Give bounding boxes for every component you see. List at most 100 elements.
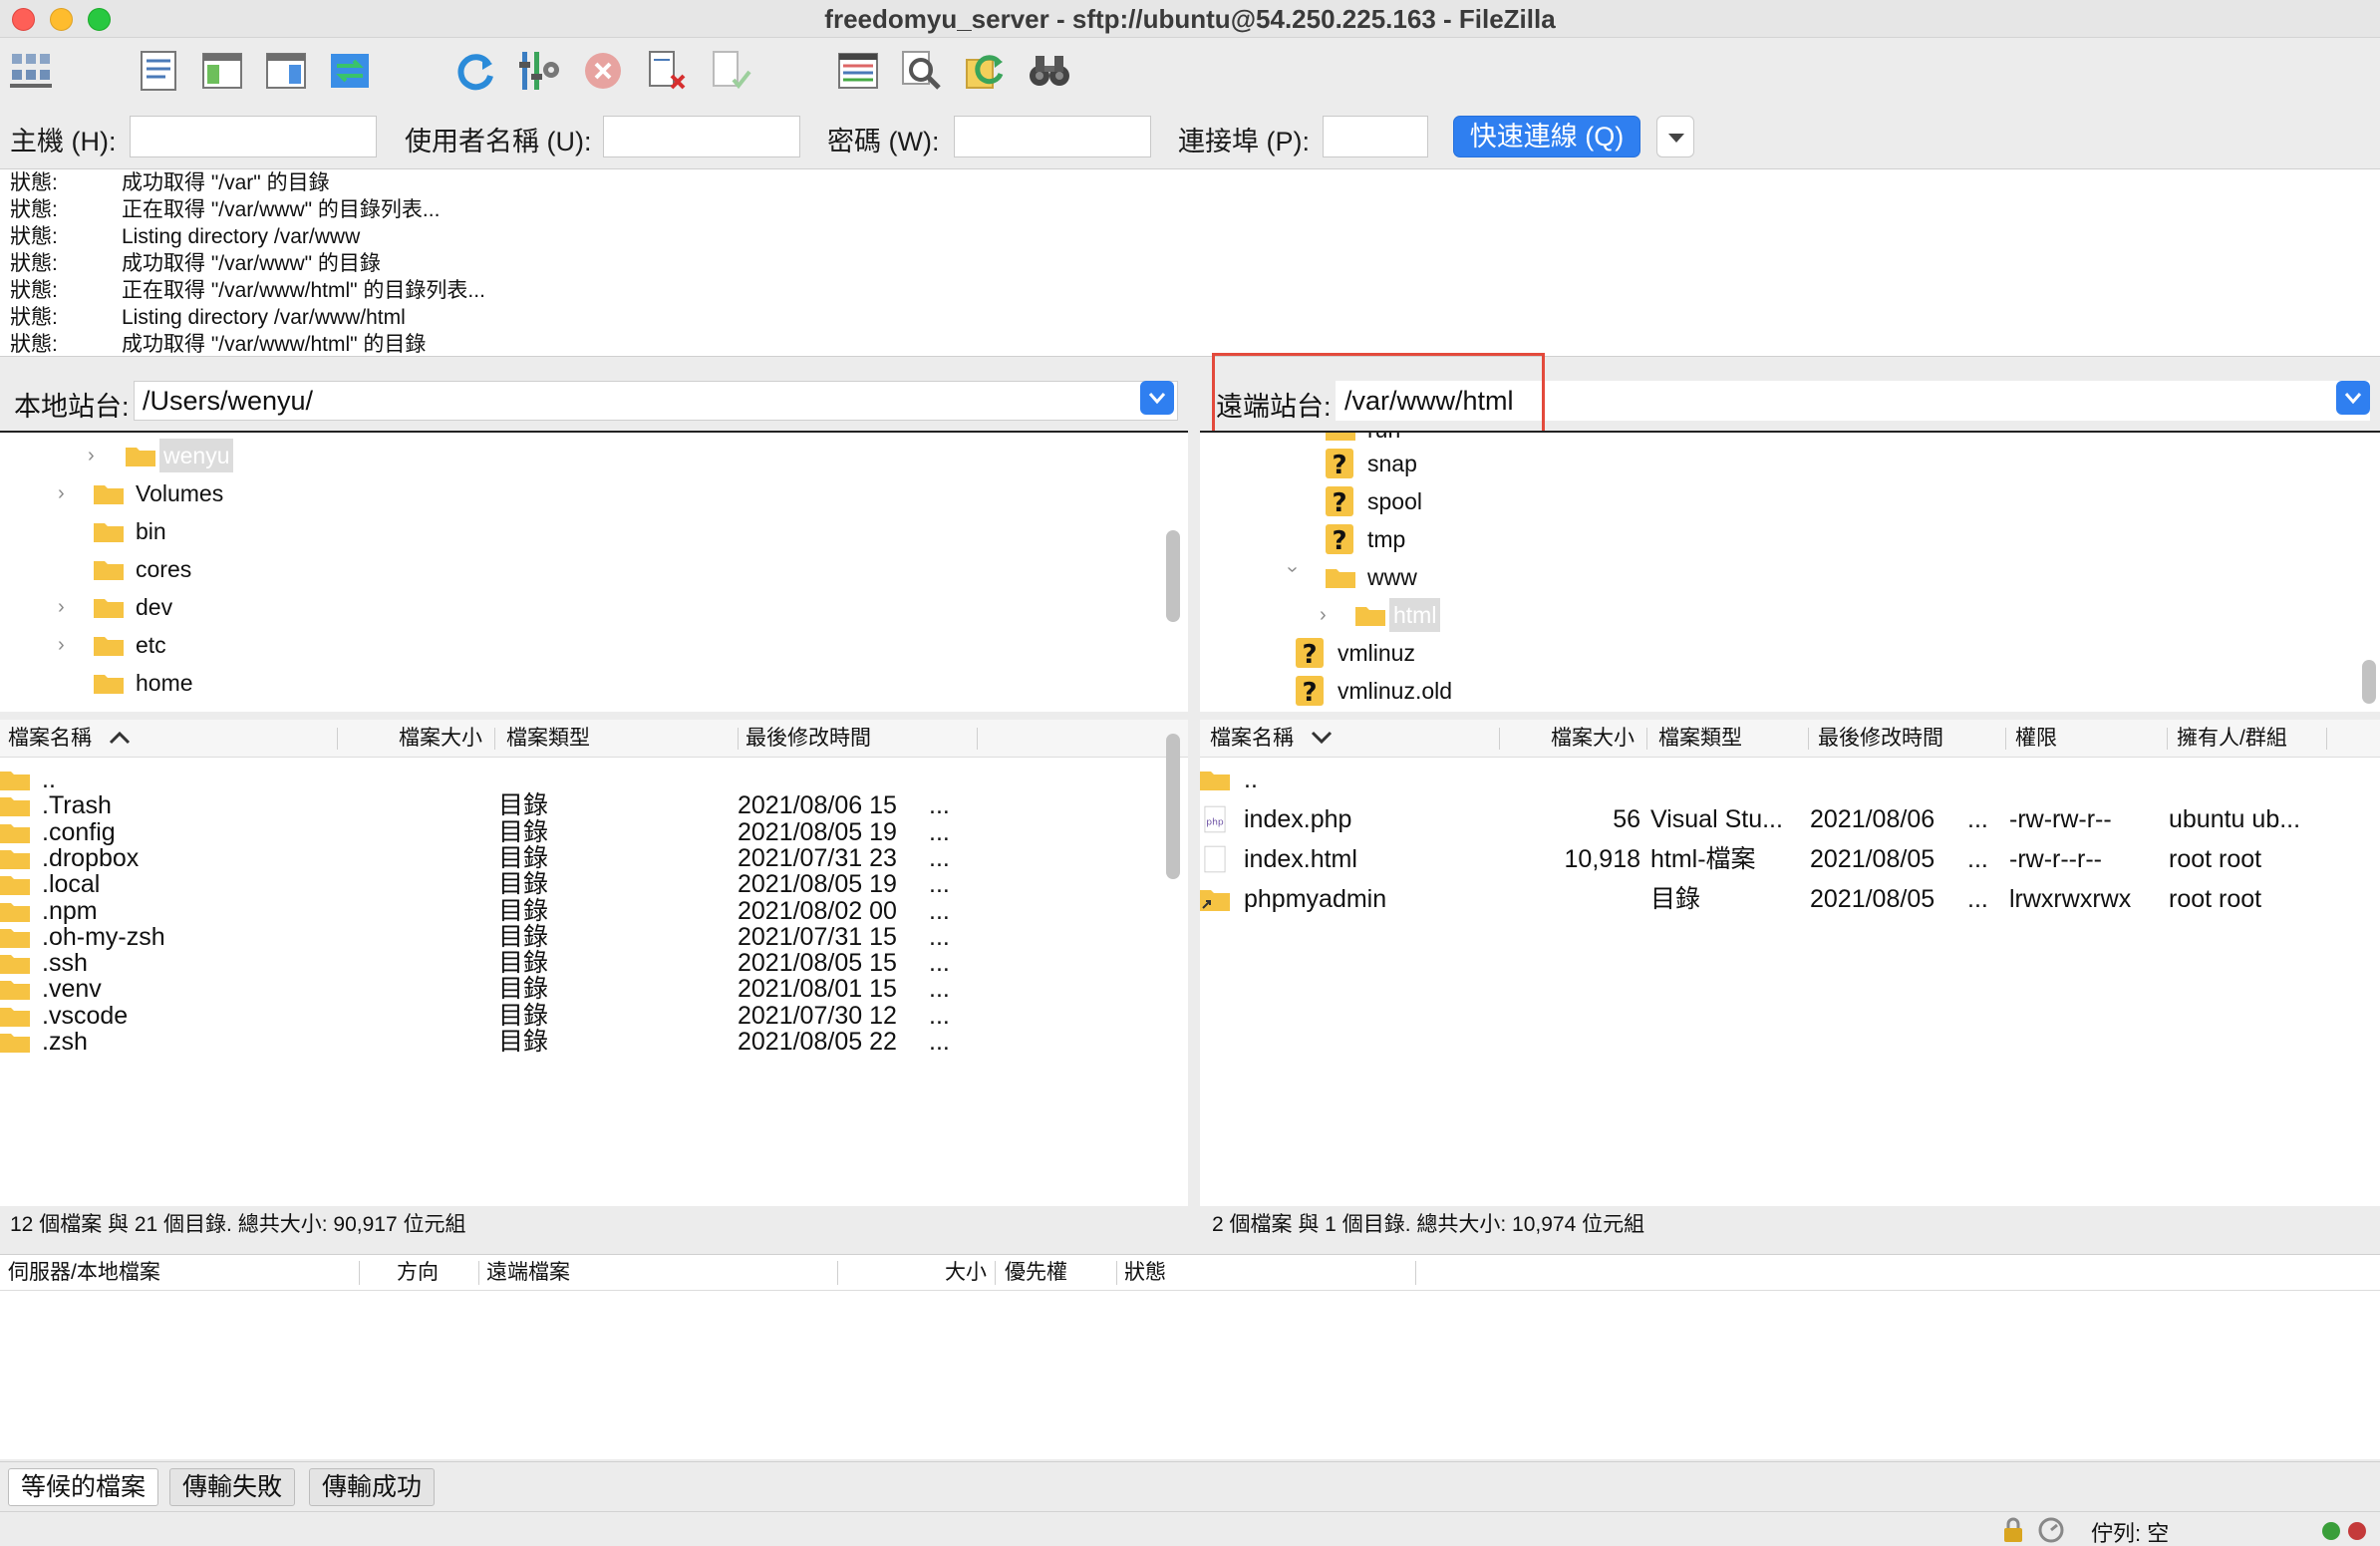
column-header-name[interactable]: 檔案名稱 (1210, 720, 1294, 758)
tree-item[interactable]: › wenyu (0, 439, 1166, 472)
tree-item[interactable]: › Volumes (0, 476, 1166, 510)
refresh-icon (457, 54, 493, 91)
tree-item[interactable]: ? tmp (1200, 522, 2356, 556)
chevron-right-icon: › (58, 596, 65, 618)
tree-item[interactable]: ? spool (1200, 484, 2356, 518)
tree-item[interactable]: › etc (0, 628, 1166, 662)
scrollbar[interactable] (2362, 660, 2376, 704)
find-files-button[interactable] (1025, 46, 1074, 96)
scrollbar[interactable] (1166, 734, 1180, 879)
local-path-dropdown[interactable] (1140, 381, 1174, 415)
tree-item[interactable]: › html (1200, 598, 2356, 632)
highlight-box (1212, 353, 1545, 443)
sort-ascending-icon (109, 731, 131, 745)
file-permissions: lrwxrwxrwx (2009, 885, 2132, 913)
scrollbar[interactable] (1166, 530, 1180, 622)
file-type: html-檔案 (1650, 845, 1756, 873)
sync-browse-button[interactable] (961, 46, 1011, 96)
file-owner: ubuntu ub... (2169, 805, 2301, 833)
chevron-down-icon (2344, 393, 2362, 405)
unknown-item-icon: ? (1326, 524, 1353, 554)
svg-text:?: ? (1302, 640, 1317, 668)
username-input[interactable] (603, 116, 800, 157)
tree-item[interactable]: ? vmlinuz (1200, 636, 2356, 670)
chevron-right-icon: › (58, 482, 65, 504)
quickconnect-history-dropdown[interactable] (1656, 116, 1694, 157)
password-input[interactable] (954, 116, 1151, 157)
column-header-type[interactable]: 檔案類型 (506, 720, 590, 758)
tree-item[interactable]: ? vmlinuz.old (1200, 674, 2356, 708)
column-header-owner[interactable]: 擁有人/群組 (2177, 720, 2287, 758)
file-modified-more: ... (929, 1028, 950, 1056)
column-header-server[interactable]: 伺服器/本地檔案 (8, 1255, 160, 1291)
filter-button[interactable] (514, 46, 564, 96)
search-button[interactable] (897, 46, 947, 96)
message-log-button[interactable] (134, 46, 183, 96)
search-icon (902, 51, 941, 90)
password-label: 密碼 (W): (827, 127, 940, 156)
remote-path-dropdown[interactable] (2336, 381, 2370, 415)
file-permissions: -rw-r--r-- (2009, 845, 2102, 873)
chevron-right-icon: › (88, 445, 95, 466)
unknown-item-icon: ? (1296, 676, 1324, 706)
host-input[interactable] (130, 116, 377, 157)
port-input[interactable] (1323, 116, 1428, 157)
column-header-name[interactable]: 檔案名稱 (8, 720, 92, 758)
disconnect-icon (649, 51, 686, 90)
local-path-input[interactable]: /Users/wenyu/ (134, 381, 1178, 421)
tree-item[interactable]: › dev (0, 590, 1166, 624)
column-header-modified[interactable]: 最後修改時間 (1818, 720, 1943, 758)
quickconnect-button[interactable]: 快速連線 (Q) (1453, 116, 1640, 157)
refresh-button[interactable] (450, 46, 500, 96)
column-header-size[interactable]: 檔案大小 (399, 720, 482, 758)
cancel-button[interactable] (578, 46, 628, 96)
column-header-direction[interactable]: 方向 (397, 1255, 439, 1291)
compare-icon (838, 53, 878, 89)
tab-queued-files[interactable]: 等候的檔案 (8, 1468, 159, 1506)
tab-successful-transfers[interactable]: 傳輸成功 (309, 1468, 436, 1506)
chevron-down-icon (1148, 393, 1166, 405)
tree-item[interactable]: run (1200, 433, 2356, 447)
unknown-item-icon: ? (1326, 486, 1353, 516)
title-bar: freedomyu_server - sftp://ubuntu@54.250.… (0, 0, 2380, 38)
tab-failed-transfers[interactable]: 傳輸失敗 (169, 1468, 296, 1506)
site-manager-button[interactable] (6, 46, 56, 96)
tree-item[interactable]: › www (1200, 560, 2356, 594)
remote-tree-icon (266, 53, 306, 89)
tree-item[interactable]: cores (0, 552, 1166, 586)
table-row[interactable]: phpmyadmin 目錄 2021/08/05... lrwxrwxrwx root … (1200, 879, 2380, 919)
tree-item[interactable]: bin (0, 514, 1166, 548)
transfer-queue-button[interactable] (325, 46, 375, 96)
port-label: 連接埠 (P): (1178, 127, 1310, 156)
file-name: index.html (1244, 845, 1357, 873)
local-status: 12 個檔案 與 21 個目錄. 總共大小: 90,917 位元組 (0, 1206, 1188, 1244)
local-tree-button[interactable] (197, 46, 247, 96)
compare-button[interactable] (833, 46, 883, 96)
column-header-remote-file[interactable]: 遠端檔案 (486, 1255, 570, 1291)
local-directory-tree: › wenyu › Volumes bin cores › dev › etc … (0, 431, 1188, 712)
unknown-item-icon: ? (1326, 449, 1353, 478)
folder-icon (94, 523, 124, 542)
local-site-label: 本地站台: (14, 392, 130, 422)
disconnect-button[interactable] (642, 46, 692, 96)
table-row[interactable]: .. (1200, 760, 2380, 799)
table-row[interactable]: index.html 10,918 html-檔案 2021/08/05... -rw-… (1200, 839, 2380, 879)
tree-item[interactable]: home (0, 666, 1166, 700)
file-modified-more: ... (1967, 845, 1988, 873)
column-header-priority[interactable]: 優先權 (1005, 1255, 1067, 1291)
column-header-status[interactable]: 狀態 (1124, 1255, 1166, 1291)
column-header-size[interactable]: 檔案大小 (1551, 720, 1635, 758)
file-modified-more: ... (1967, 885, 1988, 913)
reconnect-button[interactable] (706, 46, 755, 96)
tree-item[interactable]: ? snap (1200, 447, 2356, 480)
file-modified-more: ... (1967, 805, 1988, 833)
table-row[interactable]: .zsh 目錄 2021/08/05 22... (0, 1022, 1188, 1062)
column-header-type[interactable]: 檔案類型 (1658, 720, 1742, 758)
column-header-modified[interactable]: 最後修改時間 (745, 720, 871, 758)
filter-icon (519, 52, 559, 90)
folder-icon (126, 448, 155, 466)
column-header-permissions[interactable]: 權限 (2015, 720, 2057, 758)
table-row[interactable]: php index.php 56 Visual Stu... 2021/08/06...… (1200, 799, 2380, 839)
remote-tree-button[interactable] (261, 46, 311, 96)
column-header-size[interactable]: 大小 (945, 1255, 987, 1291)
